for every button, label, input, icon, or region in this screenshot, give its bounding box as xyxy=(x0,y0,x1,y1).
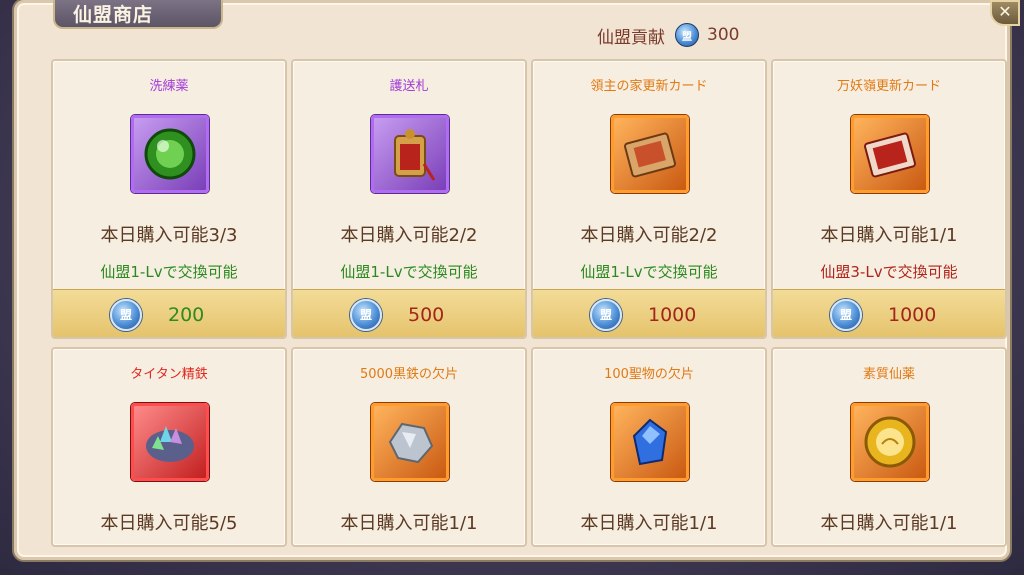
purchase-limit: 本日購入可能2/2 xyxy=(580,225,718,246)
purchase-limit: 本日購入可能2/2 xyxy=(340,225,478,246)
purchase-limit: 本日購入可能1/1 xyxy=(820,225,958,246)
shop-item-card[interactable]: 洗練薬 本日購入可能3/3 仙盟1-Lvで交換可能 盟 200 xyxy=(51,59,287,339)
item-name: 万妖嶺更新カード xyxy=(836,79,941,94)
currency-label: 仙盟貢献 xyxy=(597,27,665,48)
shop-panel: 仙盟商店 仙盟貢献 盟 300 洗練薬 本日購入可能3/3 仙盟1-Lvで交換可… xyxy=(14,0,1010,560)
purchase-limit: 本日購入可能3/3 xyxy=(100,225,238,246)
currency-display: 仙盟貢献 盟 300 xyxy=(597,23,740,48)
price-bar[interactable]: 盟 1000 xyxy=(773,289,1005,337)
crystal-ore-icon xyxy=(131,403,209,481)
escort-tag-icon xyxy=(371,115,449,193)
alliance-coin-icon: 盟 xyxy=(590,298,622,331)
purchase-limit: 本日購入可能1/1 xyxy=(340,513,478,534)
item-name: 100聖物の欠片 xyxy=(604,367,694,382)
shop-item-card[interactable]: 領主の家更新カード 本日購入可能2/2 仙盟1-Lvで交換可能 盟 1000 xyxy=(531,59,767,339)
price-bar[interactable]: 盟 500 xyxy=(293,289,525,337)
close-button[interactable]: ✕ xyxy=(990,0,1020,26)
price-bar[interactable]: 盟 1000 xyxy=(533,289,765,337)
item-name: 素質仙薬 xyxy=(862,367,915,382)
shop-item-card[interactable]: 素質仙薬 本日購入可能1/1 xyxy=(771,347,1007,547)
shop-title: 仙盟商店 xyxy=(53,0,223,29)
alliance-coin-icon: 盟 xyxy=(110,298,142,331)
alliance-coin-icon: 盟 xyxy=(350,298,382,331)
green-orb-icon xyxy=(131,115,209,193)
shop-item-card[interactable]: 万妖嶺更新カード 本日購入可能1/1 仙盟3-Lvで交換可能 盟 1000 xyxy=(771,59,1007,339)
shop-item-card[interactable]: 護送札 本日購入可能2/2 仙盟1-Lvで交換可能 盟 500 xyxy=(291,59,527,339)
shop-item-card[interactable]: 100聖物の欠片 本日購入可能1/1 xyxy=(531,347,767,547)
item-name: 5000黒鉄の欠片 xyxy=(359,367,459,382)
alliance-coin-icon: 盟 xyxy=(830,298,862,331)
exchange-requirement: 仙盟1-Lvで交換可能 xyxy=(100,263,238,281)
item-grid: 洗練薬 本日購入可能3/3 仙盟1-Lvで交換可能 盟 200 護送札 本日購入… xyxy=(51,59,1007,559)
item-price: 1000 xyxy=(888,303,937,326)
shop-item-card[interactable]: タイタン精鉄 本日購入可能5/5 xyxy=(51,347,287,547)
exchange-requirement: 仙盟1-Lvで交換可能 xyxy=(580,263,718,281)
shop-item-card[interactable]: 5000黒鉄の欠片 本日購入可能1/1 xyxy=(291,347,527,547)
item-name: 護送札 xyxy=(389,79,429,94)
item-price: 500 xyxy=(408,303,445,326)
exchange-requirement: 仙盟1-Lvで交換可能 xyxy=(340,263,478,281)
item-price: 200 xyxy=(168,303,205,326)
item-price: 1000 xyxy=(648,303,697,326)
item-name: 洗練薬 xyxy=(149,79,189,94)
item-name: 領主の家更新カード xyxy=(590,79,708,94)
blue-gem-icon xyxy=(611,403,689,481)
iron-shard-icon xyxy=(371,403,449,481)
item-name: タイタン精鉄 xyxy=(130,367,208,382)
purchase-limit: 本日購入可能1/1 xyxy=(820,513,958,534)
monster-card-icon xyxy=(851,115,929,193)
purchase-limit: 本日購入可能5/5 xyxy=(100,513,238,534)
currency-value: 300 xyxy=(707,25,740,45)
purchase-limit: 本日購入可能1/1 xyxy=(580,513,718,534)
exchange-requirement: 仙盟3-Lvで交換可能 xyxy=(820,263,958,281)
price-bar[interactable]: 盟 200 xyxy=(53,289,285,337)
alliance-coin-icon: 盟 xyxy=(675,23,699,47)
refresh-card-icon xyxy=(611,115,689,193)
golden-elixir-icon xyxy=(851,403,929,481)
